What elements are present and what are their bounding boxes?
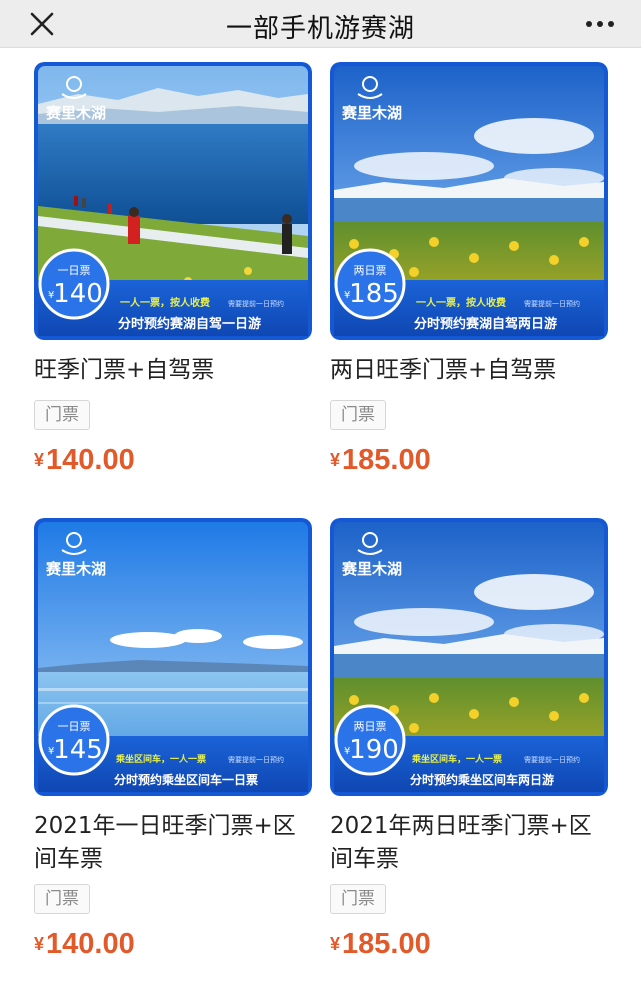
logo-text: 赛里木湖 <box>45 104 106 122</box>
product-image[interactable]: 赛里木湖 一日票 ¥ 145 乘坐区间车，一人一票 需要提前一日预约 分时预约乘… <box>34 518 312 796</box>
badge-label: 一日票 <box>58 720 91 733</box>
banner-slogan: 一人一票，按人收费 <box>120 296 210 309</box>
badge-price: 145 <box>53 735 103 765</box>
more-dots-icon[interactable] <box>585 12 615 36</box>
product-name[interactable]: 2021年一日旺季门票+区间车票 <box>34 810 312 876</box>
badge-label: 两日票 <box>354 720 387 733</box>
currency-symbol: ¥ <box>330 934 341 954</box>
banner-title: 分时预约赛湖自驾一日游 <box>118 316 261 332</box>
badge-label: 一日票 <box>58 264 91 277</box>
banner-slogan: 一人一票，按人收费 <box>416 296 506 309</box>
price-value: 185.00 <box>342 928 431 960</box>
page-title: 一部手机游赛湖 <box>225 14 415 44</box>
product-price: ¥140.00 <box>34 928 135 961</box>
product-price: ¥140.00 <box>34 444 135 477</box>
banner-title: 分时预约赛湖自驾两日游 <box>414 316 557 332</box>
badge-price: 185 <box>349 279 399 309</box>
price-value: 140.00 <box>46 444 135 476</box>
top-nav-bar: 一部手机游赛湖 <box>0 0 641 48</box>
category-tag: 门票 <box>330 400 386 430</box>
badge-price: 140 <box>53 279 103 309</box>
banner-note: 需要提前一日预约 <box>228 299 284 308</box>
product-name[interactable]: 2021年两日旺季门票+区间车票 <box>330 810 608 876</box>
currency-symbol: ¥ <box>34 450 45 470</box>
banner-title: 分时预约乘坐区间车一日票 <box>114 772 258 787</box>
product-image[interactable]: 赛里木湖 一日票 ¥ 140 一人一票，按人收费 需要提前一日预约 分时预约赛湖… <box>34 62 312 340</box>
product-image[interactable]: 赛里木湖 两日票 ¥ 190 乘坐区间车，一人一票 需要提前一日预约 分时预约乘… <box>330 518 608 796</box>
banner-slogan: 乘坐区间车，一人一票 <box>115 753 206 765</box>
banner-note: 需要提前一日预约 <box>524 755 580 764</box>
badge-label: 两日票 <box>354 264 387 277</box>
banner-note: 需要提前一日预约 <box>524 299 580 308</box>
product-price: ¥185.00 <box>330 928 431 961</box>
logo-text: 赛里木湖 <box>45 560 106 578</box>
banner-note: 需要提前一日预约 <box>228 755 284 764</box>
product-image[interactable]: 赛里木湖 两日票 ¥ 185 一人一票，按人收费 需要提前一日预约 分时预约赛湖… <box>330 62 608 340</box>
logo-text: 赛里木湖 <box>341 104 402 122</box>
category-tag: 门票 <box>34 884 90 914</box>
currency-symbol: ¥ <box>34 934 45 954</box>
banner-title: 分时预约乘坐区间车两日游 <box>410 772 554 787</box>
category-tag: 门票 <box>34 400 90 430</box>
badge-price: 190 <box>349 735 399 765</box>
price-value: 185.00 <box>342 444 431 476</box>
currency-symbol: ¥ <box>330 450 341 470</box>
banner-slogan: 乘坐区间车，一人一票 <box>411 753 502 765</box>
product-price: ¥185.00 <box>330 444 431 477</box>
price-value: 140.00 <box>46 928 135 960</box>
product-name[interactable]: 旺季门票+自驾票 <box>34 354 312 387</box>
category-tag: 门票 <box>330 884 386 914</box>
logo-text: 赛里木湖 <box>341 560 402 578</box>
product-name[interactable]: 两日旺季门票+自驾票 <box>330 354 608 387</box>
